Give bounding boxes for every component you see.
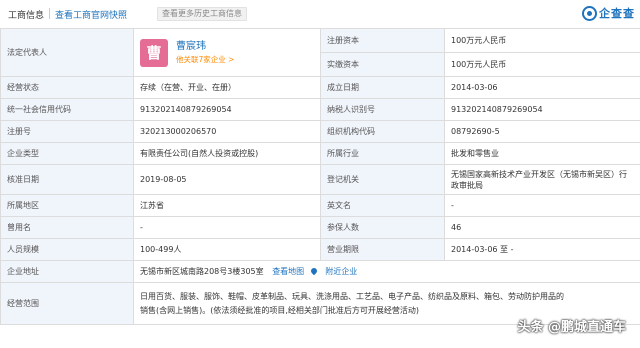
former-name-value: - — [133, 216, 321, 239]
qichacha-logo: 企查查 — [582, 3, 635, 23]
nearby-companies-link[interactable]: 附近企业 — [325, 267, 357, 276]
english-name-value: - — [444, 194, 640, 217]
credit-code-value: 913202140879269054 — [133, 98, 321, 121]
industry-value: 批发和零售业 — [444, 142, 640, 165]
reg-number-label: 注册号 — [0, 120, 134, 143]
related-companies-link[interactable]: 他关联7家企业 > — [176, 54, 234, 66]
status-label: 经营状态 — [0, 76, 134, 99]
section-header: 工商信息 查看工商官网快照 查看更多历史工商信息 企查查 — [0, 0, 640, 26]
business-term-label: 营业期限 — [320, 238, 445, 261]
status-value: 存续（在营、开业、在册） — [133, 76, 321, 99]
paid-capital-label: 实缴资本 — [320, 52, 445, 77]
section-title: 工商信息 — [8, 11, 45, 21]
paid-capital-value: 100万元人民币 — [444, 52, 640, 77]
business-term-value: 2014-03-06 至 - — [444, 238, 640, 261]
org-code-value: 08792690-5 — [444, 120, 640, 143]
logo-text: 企查查 — [599, 7, 635, 20]
registered-capital-label: 注册资本 — [320, 28, 445, 53]
legal-rep-name[interactable]: 曹宸玮 — [176, 40, 234, 54]
official-snapshot-link[interactable]: 查看工商官网快照 — [55, 8, 127, 21]
insured-count-label: 参保人数 — [320, 216, 445, 239]
staff-size-value: 100-499人 — [133, 238, 321, 261]
industry-label: 所属行业 — [320, 142, 445, 165]
logo-icon — [582, 5, 597, 21]
business-scope-label: 经营范围 — [0, 282, 134, 325]
company-type-value: 有限责任公司(自然人投资或控股) — [133, 142, 321, 165]
org-code-label: 组织机构代码 — [320, 120, 445, 143]
former-name-label: 曾用名 — [0, 216, 134, 239]
credit-code-label: 统一社会信用代码 — [0, 98, 134, 121]
legal-rep-label: 法定代表人 — [0, 28, 134, 77]
address-cell: 无锡市新区城南路208号3楼305室 查看地图 附近企业 — [133, 260, 640, 283]
english-name-label: 英文名 — [320, 194, 445, 217]
legal-rep-cell: 曹 曹宸玮 他关联7家企业 > — [133, 28, 321, 77]
registration-authority-label: 登记机关 — [320, 164, 445, 195]
approval-date-value: 2019-08-05 — [133, 164, 321, 195]
region-value: 江苏省 — [133, 194, 321, 217]
map-pin-icon — [309, 266, 318, 276]
approval-date-label: 核准日期 — [0, 164, 134, 195]
view-map-link[interactable]: 查看地图 — [272, 267, 304, 276]
watermark: 头条 @鹏城直通车 — [517, 320, 626, 335]
insured-count-value: 46 — [444, 216, 640, 239]
header-divider — [49, 8, 50, 19]
founded-value: 2014-03-06 — [444, 76, 640, 99]
address-value: 无锡市新区城南路208号3楼305室 — [140, 267, 264, 276]
registered-capital-value: 100万元人民币 — [444, 28, 640, 53]
tax-id-value: 913202140879269054 — [444, 98, 640, 121]
history-info-button[interactable]: 查看更多历史工商信息 — [157, 7, 247, 21]
address-label: 企业地址 — [0, 260, 134, 283]
founded-label: 成立日期 — [320, 76, 445, 99]
registration-authority-value: 无锡国家高新技术产业开发区（无锡市新吴区）行政审批局 — [444, 164, 640, 195]
reg-number-value: 320213000206570 — [133, 120, 321, 143]
company-type-label: 企业类型 — [0, 142, 134, 165]
business-info-table: 法定代表人 曹 曹宸玮 他关联7家企业 > 注册资本 100万元人民币 实缴资本… — [0, 28, 640, 325]
staff-size-label: 人员规模 — [0, 238, 134, 261]
tax-id-label: 纳税人识别号 — [320, 98, 445, 121]
region-label: 所属地区 — [0, 194, 134, 217]
legal-rep-avatar[interactable]: 曹 — [140, 38, 168, 67]
